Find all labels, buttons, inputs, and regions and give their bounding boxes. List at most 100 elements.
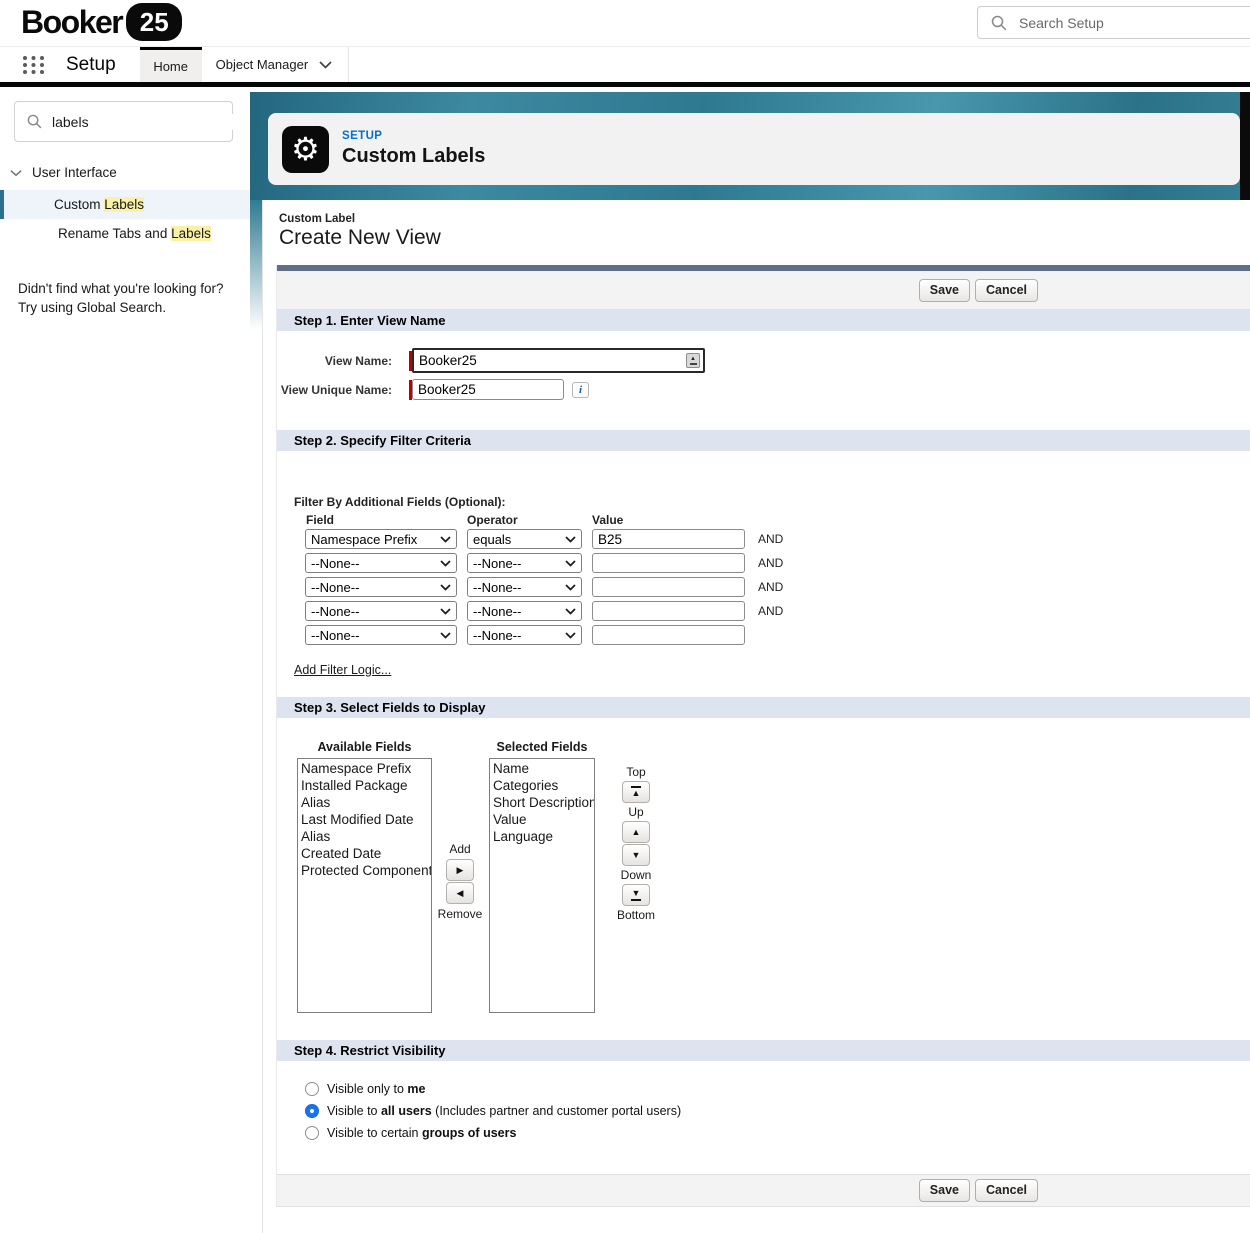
chevron-down-icon [440,560,451,567]
sidebar-item-rename-tabs-and-labels[interactable]: Rename Tabs and Labels [0,219,250,248]
view-unique-name-input[interactable] [412,379,564,400]
banner-fade-strip [250,200,262,330]
available-fields-label: Available Fields [297,740,432,754]
banner-dark-edge [1240,92,1250,200]
list-option[interactable]: Value [490,811,594,828]
bottom-button-toolbar: Save Cancel [277,1174,1250,1207]
field-select-4[interactable]: --None-- [305,601,457,621]
add-filter-logic-link[interactable]: Add Filter Logic... [294,663,391,677]
operator-select-5[interactable]: --None-- [467,625,582,645]
step3-body: Available Fields Selected Fields Namespa… [277,718,1250,1040]
field-select-2[interactable]: --None-- [305,553,457,573]
value-input-1[interactable] [592,529,745,549]
right-arrow-icon: ▶ [457,866,464,875]
remove-label: Remove [438,907,483,921]
sidebar-item-custom-labels[interactable]: Custom Labels [0,190,250,219]
filter-row: --None-- --None-- AND [305,601,1250,621]
page-kicker: Custom Label [279,213,1250,225]
main-region: ⚙ SETUP Custom Labels Custom Label Creat… [250,92,1250,1233]
value-input-4[interactable] [592,601,745,621]
radio-visible-to-all-users[interactable]: Visible to all users (Includes partner a… [305,1100,1250,1122]
and-joiner-label: AND [758,580,788,594]
sidebar-search-input[interactable] [52,114,233,130]
filter-by-label: Filter By Additional Fields (Optional): [277,495,1250,509]
search-icon [27,114,42,129]
move-down-button[interactable]: ▼ [622,844,650,866]
operator-select-2[interactable]: --None-- [467,553,582,573]
search-setup-input[interactable] [1019,15,1250,31]
view-name-input[interactable] [412,348,705,373]
info-icon[interactable]: i [572,382,589,398]
chevron-down-icon [319,61,332,69]
remove-button[interactable]: ◀ [446,882,474,904]
tree-section-label: User Interface [32,165,117,180]
field-select-3[interactable]: --None-- [305,577,457,597]
field-select-1[interactable]: Namespace Prefix [305,529,457,549]
list-option[interactable]: Last Modified Date [298,811,431,828]
chevron-down-icon [565,608,576,615]
tab-home[interactable]: Home [140,47,202,82]
tab-object-manager[interactable]: Object Manager [202,47,350,82]
add-button[interactable]: ▶ [446,859,474,881]
radio-button-icon[interactable] [305,1082,319,1096]
save-button-bottom[interactable]: Save [919,1179,970,1202]
cancel-button-bottom[interactable]: Cancel [975,1179,1038,1202]
list-option[interactable]: Language [490,828,594,845]
value-input-2[interactable] [592,553,745,573]
page-content: Custom Label Create New View Save Cancel… [262,200,1250,1233]
list-option[interactable]: Categories [490,777,594,794]
step1-header: Step 1. Enter View Name [277,310,1250,331]
value-input-5[interactable] [592,625,745,645]
down-arrow-icon: ▼ [632,889,641,898]
reorder-controls: Top ▲ Up ▲ ▼ Down ▼ Bottom [610,763,662,924]
list-option[interactable]: Created Date [298,845,431,862]
save-button[interactable]: Save [919,279,970,302]
list-option[interactable]: Name [490,760,594,777]
chevron-down-icon [565,560,576,567]
banner-title: Custom Labels [342,145,485,168]
cancel-button[interactable]: Cancel [975,279,1038,302]
operator-select-4[interactable]: --None-- [467,601,582,621]
selected-fields-listbox[interactable]: NameCategoriesShort DescriptionValueLang… [489,758,595,1013]
filter-row: --None-- --None-- AND [305,553,1250,573]
bottom-label: Bottom [617,908,655,922]
and-joiner-label: AND [758,556,788,570]
list-option[interactable]: Short Description [490,794,594,811]
filter-row: --None-- --None-- [305,625,1250,645]
column-header-operator: Operator [467,513,592,527]
page-title: Create New View [279,226,1250,250]
field-select-5[interactable]: --None-- [305,625,457,645]
view-unique-name-label: View Unique Name: [277,383,392,397]
radio-button-icon[interactable] [305,1104,319,1118]
filter-column-headers: Field Operator Value [305,513,1250,527]
radio-visible-to-certain-groups[interactable]: Visible to certain groups of users [305,1122,1250,1144]
setup-banner: ⚙ SETUP Custom Labels [250,92,1250,200]
autofill-icon[interactable]: ▲ [686,353,700,368]
sidebar-search-box [14,101,233,142]
list-option[interactable]: Protected Component [298,862,431,879]
search-highlight: Labels [104,197,144,212]
available-fields-listbox[interactable]: Namespace PrefixInstalled PackageAliasLa… [297,758,432,1013]
value-input-3[interactable] [592,577,745,597]
move-up-button[interactable]: ▲ [622,821,650,843]
operator-select-3[interactable]: --None-- [467,577,582,597]
list-option[interactable]: Namespace Prefix [298,760,431,777]
list-option[interactable]: Installed Package [298,777,431,794]
radio-button-icon[interactable] [305,1126,319,1140]
move-top-button[interactable]: ▲ [622,781,650,803]
app-launcher-waffle-icon[interactable] [22,54,45,76]
move-bottom-button[interactable]: ▼ [622,884,650,906]
column-header-field: Field [305,513,467,527]
tree-section-user-interface[interactable]: User Interface [0,142,250,190]
view-name-label: View Name: [277,354,392,368]
list-option[interactable]: Alias [298,794,431,811]
top-button-toolbar: Save Cancel [277,271,1250,310]
operator-select-1[interactable]: equals [467,529,582,549]
chevron-down-icon [440,584,451,591]
logo-badge: 25 [126,3,182,41]
list-option[interactable]: Alias [298,828,431,845]
radio-visible-only-to-me[interactable]: Visible only to me [305,1078,1250,1100]
banner-eyebrow: SETUP [342,130,485,142]
left-arrow-icon: ◀ [457,889,464,898]
search-icon [991,15,1007,31]
